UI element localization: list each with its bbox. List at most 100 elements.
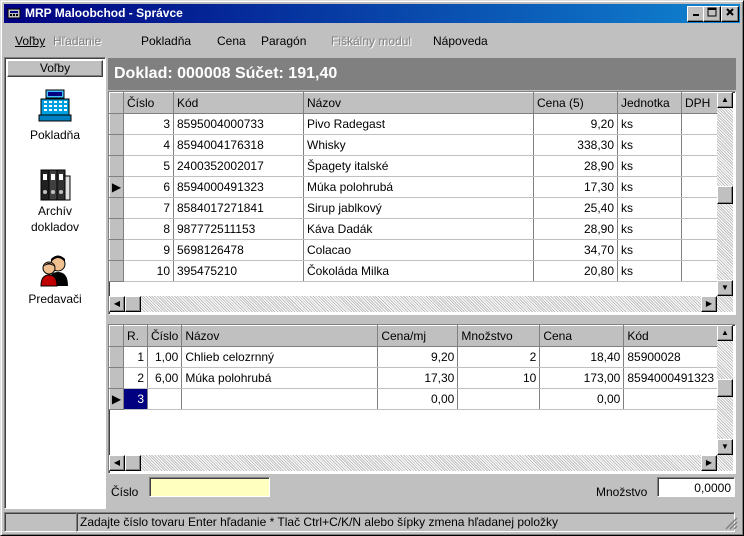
table-cell[interactable]: 8594004176318 [173, 134, 304, 156]
table-cell[interactable]: 8594000491323 [623, 367, 719, 389]
table-cell[interactable]: Múka polohrubá [303, 176, 534, 198]
row-indicator[interactable] [109, 155, 124, 177]
products-hscroll[interactable]: ◀ ▶ [109, 296, 733, 312]
mnozstvo-input[interactable]: 0,0000 [657, 477, 735, 497]
table-cell[interactable] [681, 239, 722, 261]
scroll-right-button[interactable]: ▶ [701, 455, 717, 471]
row-indicator[interactable] [109, 346, 124, 368]
table-row[interactable]: ▶ 6 8594000491323 Múka polohrubá 17,30 ks [109, 176, 729, 198]
table-cell[interactable]: ks [617, 197, 682, 219]
table-cell[interactable]: Whisky [303, 134, 534, 156]
table-row[interactable]: 10 395475210 Čokoláda Milka 20,80 ks [109, 260, 729, 282]
table-cell[interactable]: 3 [123, 113, 174, 135]
table-cell[interactable]: 10 [457, 367, 541, 389]
scroll-left-button[interactable]: ◀ [109, 455, 125, 471]
table-cell[interactable] [681, 113, 722, 135]
table-cell[interactable]: ks [617, 218, 682, 240]
scroll-up-button[interactable]: ▲ [717, 325, 733, 341]
table-row[interactable]: 7 8584017271841 Sirup jablkový 25,40 ks [109, 197, 729, 219]
table-cell[interactable]: 5698126478 [173, 239, 304, 261]
scroll-down-button[interactable]: ▼ [717, 280, 733, 296]
table-row[interactable]: 1 1,00 Chlieb celozrnný 9,20 2 18,40 85900028 [109, 346, 719, 368]
table-cell[interactable]: 9 [123, 239, 174, 261]
sidebar-header[interactable]: Voľby [7, 60, 103, 77]
table-cell[interactable]: 10 [123, 260, 174, 282]
table-cell[interactable]: 17,30 [377, 367, 459, 389]
scroll-thumb[interactable] [125, 455, 141, 471]
current-row-arrow-icon[interactable]: ▶ [109, 388, 124, 410]
table-cell[interactable]: 34,70 [533, 239, 618, 261]
table-cell[interactable]: 3 [123, 388, 148, 410]
table-cell[interactable]: 25,40 [533, 197, 618, 219]
table-cell[interactable]: 7 [123, 197, 174, 219]
table-cell[interactable]: Špagety italské [303, 155, 534, 177]
table-cell[interactable]: 2400352002017 [173, 155, 304, 177]
scroll-up-button[interactable]: ▲ [717, 92, 733, 108]
scroll-left-button[interactable]: ◀ [109, 296, 125, 312]
sidebar-item-pokladna[interactable]: Pokladňa [7, 88, 103, 144]
column-header[interactable]: R. [123, 325, 148, 347]
column-header[interactable]: Cena [539, 325, 625, 347]
table-cell[interactable]: ks [617, 113, 682, 135]
resize-grip-icon[interactable] [724, 516, 738, 530]
scroll-thumb[interactable] [717, 186, 733, 204]
table-cell[interactable]: 338,30 [533, 134, 618, 156]
column-header[interactable]: Názov [181, 325, 379, 347]
table-cell[interactable]: 1 [123, 346, 148, 368]
table-cell[interactable]: 1,00 [147, 346, 183, 368]
column-header[interactable]: Cena (5) [533, 92, 618, 114]
column-header[interactable]: Číslo [123, 92, 174, 114]
receipt-vscroll[interactable]: ▲ ▼ [717, 325, 733, 455]
table-cell[interactable]: Čokoláda Milka [303, 260, 534, 282]
column-header[interactable]: Množstvo [457, 325, 541, 347]
table-cell[interactable]: Chlieb celozrnný [181, 346, 379, 368]
table-cell[interactable]: ks [617, 239, 682, 261]
table-cell[interactable] [681, 176, 722, 198]
table-cell[interactable] [623, 388, 719, 410]
table-cell[interactable] [681, 134, 722, 156]
column-header[interactable]: Kód [173, 92, 304, 114]
table-cell[interactable]: 17,30 [533, 176, 618, 198]
column-header[interactable]: Kód [623, 325, 719, 347]
table-cell[interactable]: 173,00 [539, 367, 625, 389]
table-cell[interactable]: Káva Dadák [303, 218, 534, 240]
receipt-grid[interactable]: R. Číslo Názov Cena/mj Množstvo Cena Kód… [108, 324, 736, 474]
table-cell[interactable]: ks [617, 260, 682, 282]
products-vscroll[interactable]: ▲ ▼ [717, 92, 733, 296]
row-indicator[interactable] [109, 367, 124, 389]
maximize-button[interactable] [703, 6, 721, 22]
table-cell[interactable]: 28,90 [533, 218, 618, 240]
row-indicator[interactable] [109, 134, 124, 156]
table-cell[interactable]: Colacao [303, 239, 534, 261]
column-header[interactable]: Číslo [146, 325, 183, 347]
row-indicator[interactable] [109, 239, 124, 261]
table-cell[interactable]: ks [617, 134, 682, 156]
table-cell[interactable]: 8595004000733 [173, 113, 304, 135]
close-button[interactable] [721, 6, 739, 22]
table-cell[interactable]: 6,00 [147, 367, 183, 389]
column-header[interactable]: Jednotka [617, 92, 682, 114]
table-cell[interactable]: 5 [123, 155, 174, 177]
scroll-down-button[interactable]: ▼ [717, 439, 733, 455]
table-row[interactable]: ▶ 3 0,00 0,00 [109, 388, 719, 410]
column-header[interactable]: DPH [681, 92, 722, 114]
scroll-thumb[interactable] [125, 296, 141, 312]
table-cell[interactable]: 28,90 [533, 155, 618, 177]
table-cell[interactable]: 0,00 [539, 388, 625, 410]
table-row[interactable]: 4 8594004176318 Whisky 338,30 ks [109, 134, 729, 156]
table-cell[interactable]: 18,40 [539, 346, 625, 368]
sidebar-item-archiv-dokladov[interactable]: Archív dokladov [7, 166, 103, 235]
table-row[interactable]: 9 5698126478 Colacao 34,70 ks [109, 239, 729, 261]
scroll-thumb[interactable] [717, 379, 733, 397]
table-cell[interactable]: 9,20 [377, 346, 459, 368]
column-header[interactable]: Názov [303, 92, 534, 114]
cislo-input[interactable] [149, 477, 270, 497]
table-cell[interactable]: ks [617, 176, 682, 198]
table-cell[interactable]: 8584017271841 [173, 197, 304, 219]
table-cell[interactable]: 20,80 [533, 260, 618, 282]
scroll-right-button[interactable]: ▶ [701, 296, 717, 312]
column-header[interactable]: Cena/mj [377, 325, 459, 347]
table-cell[interactable]: 8 [123, 218, 174, 240]
table-row[interactable]: 5 2400352002017 Špagety italské 28,90 ks [109, 155, 729, 177]
row-indicator[interactable] [109, 260, 124, 282]
